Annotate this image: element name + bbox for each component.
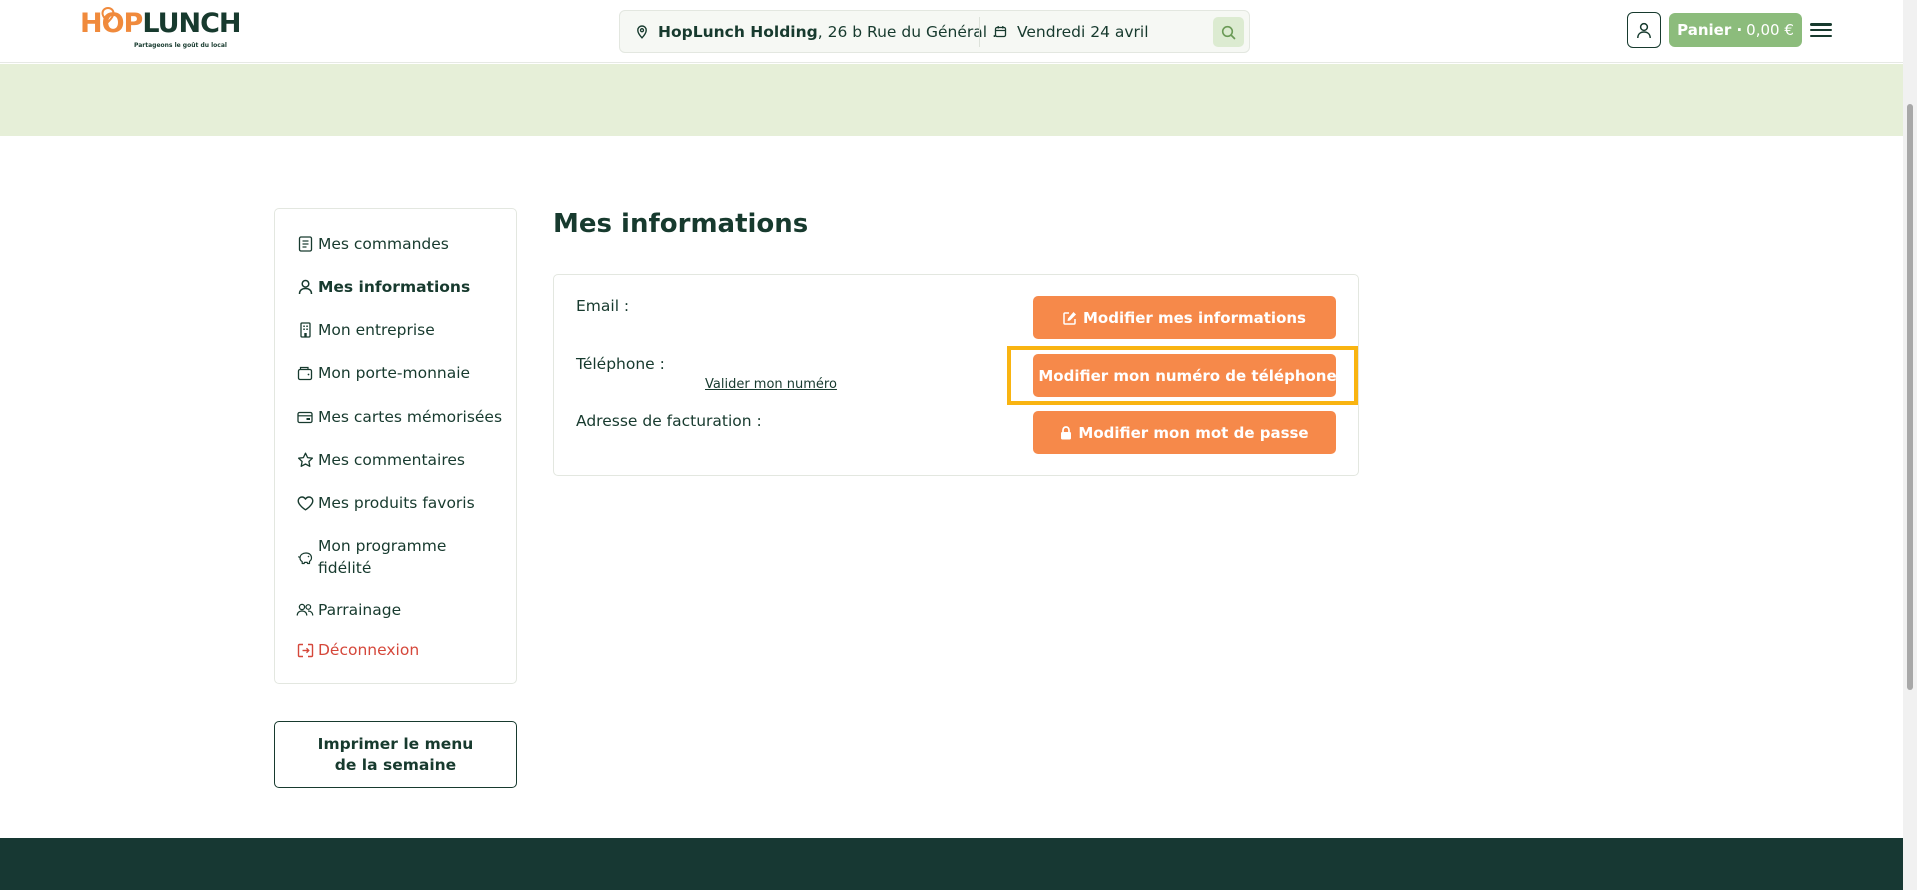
building-icon [296, 319, 314, 341]
sidebar-item-label: Mon porte-monnaie [318, 364, 471, 382]
sidebar-item-label: Mes commandes [318, 235, 449, 253]
hamburger-menu-icon[interactable] [1810, 20, 1832, 40]
sidebar-item-referral[interactable]: Parrainage [296, 599, 401, 621]
account-sidebar: Mes commandes Mes informations Mon entre… [274, 208, 517, 684]
sidebar-item-informations[interactable]: Mes informations [296, 276, 470, 298]
sidebar-item-wallet[interactable]: Mon porte-monnaie [296, 362, 470, 384]
logo-tagline: Partageons le goût du local [134, 42, 227, 49]
edit-icon [1063, 311, 1076, 325]
lock-icon [1061, 425, 1072, 439]
piggy-bank-icon [296, 546, 314, 568]
cart-label: Panier · [1677, 21, 1743, 39]
map-pin-icon [637, 24, 647, 39]
edit-info-label: Modifier mes informations [1082, 308, 1306, 327]
page-scrollbar[interactable] [1903, 0, 1917, 890]
sidebar-item-label: Mes cartes mémorisées [318, 408, 503, 426]
search-icon [1221, 25, 1236, 39]
search-button[interactable] [1213, 17, 1244, 47]
phone-label: Téléphone : [576, 355, 665, 373]
sidebar-item-favorites[interactable]: Mes produits favoris [296, 492, 475, 514]
address-text: , 26 b Rue du Général ... [817, 22, 996, 41]
email-label: Email : [576, 297, 630, 315]
credit-card-icon [296, 406, 314, 428]
account-button[interactable] [1627, 12, 1661, 48]
sidebar-item-comments[interactable]: Mes commentaires [296, 449, 465, 471]
billing-address-label: Adresse de facturation : [576, 412, 762, 430]
calendar-icon [994, 26, 1007, 38]
sidebar-item-loyalty[interactable]: Mon programme fidélité [296, 535, 491, 579]
sidebar-item-label: Mes informations [318, 278, 471, 296]
sidebar-item-logout[interactable]: Déconnexion [296, 639, 419, 661]
scrollbar-thumb[interactable] [1907, 104, 1913, 690]
print-weekly-menu-button[interactable]: Imprimer le menu de la semaine [274, 721, 517, 788]
sidebar-item-label: Parrainage [318, 601, 402, 619]
date-selector[interactable]: Vendredi 24 avril [994, 11, 1149, 52]
receipt-icon [296, 233, 314, 255]
top-header: HOPLUNCH Partageons le goût du local Hop… [0, 0, 1903, 63]
edit-password-button[interactable]: Modifier mon mot de passe [1033, 411, 1336, 454]
logo-pin-icon [101, 7, 115, 23]
sidebar-item-label: Mon programme fidélité [318, 537, 447, 577]
logo-lunch: LUNCH [142, 8, 241, 39]
sidebar-item-label: Déconnexion [318, 641, 420, 659]
sidebar-item-label: Mon entreprise [318, 321, 435, 339]
hoplunch-logo[interactable]: HOPLUNCH Partageons le goût du local [80, 7, 242, 53]
users-icon [296, 599, 314, 621]
validate-phone-link[interactable]: Valider mon numéro [705, 377, 837, 392]
wallet-icon [296, 362, 314, 384]
sidebar-item-saved-cards[interactable]: Mes cartes mémorisées [296, 406, 502, 428]
user-icon [296, 276, 314, 298]
delivery-search-bar[interactable]: HopLunch Holding, 26 b Rue du Général ..… [619, 10, 1250, 53]
edit-password-label: Modifier mon mot de passe [1078, 423, 1309, 442]
sidebar-item-label: Mes produits favoris [318, 494, 475, 512]
hero-banner [0, 64, 1903, 136]
cart-amount: 0,00 € [1746, 21, 1794, 39]
search-divider [979, 17, 980, 47]
address-selector[interactable]: HopLunch Holding, 26 b Rue du Général ..… [636, 11, 996, 52]
company-name: HopLunch Holding [658, 22, 818, 41]
date-text: Vendredi 24 avril [1017, 22, 1149, 41]
page-title: Mes informations [553, 209, 809, 239]
edit-info-button[interactable]: Modifier mes informations [1033, 296, 1336, 339]
sidebar-item-orders[interactable]: Mes commandes [296, 233, 449, 255]
user-icon [1637, 22, 1651, 38]
highlight-box [1007, 346, 1358, 405]
heart-icon [296, 492, 314, 514]
page-footer [0, 838, 1903, 890]
star-icon [296, 449, 314, 471]
sidebar-item-company[interactable]: Mon entreprise [296, 319, 435, 341]
cart-button[interactable]: Panier · 0,00 € [1669, 13, 1802, 47]
sidebar-item-label: Mes commentaires [318, 451, 466, 469]
logout-icon [296, 639, 314, 661]
